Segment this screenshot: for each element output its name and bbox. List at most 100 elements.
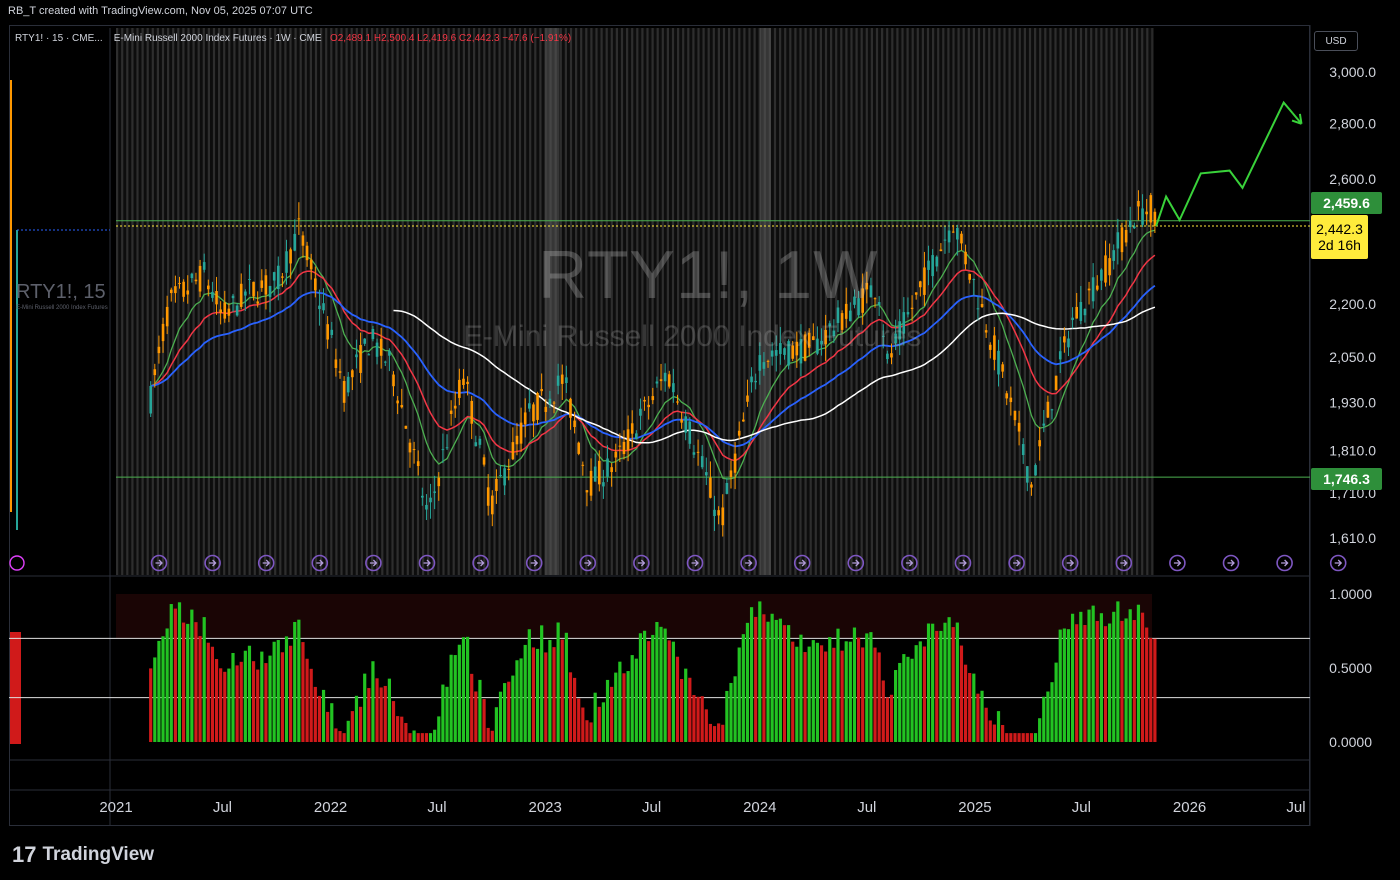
candle-body xyxy=(993,335,996,360)
indicator-bar xyxy=(663,628,667,742)
candle-body xyxy=(285,251,288,273)
indicator-bar xyxy=(383,685,387,742)
candle-body xyxy=(1120,227,1124,253)
indicator-bar xyxy=(243,650,247,742)
indicator-bar xyxy=(1058,629,1062,742)
candle-body xyxy=(1017,422,1021,432)
ohlc-values: O2,489.1 H2,500.4 L2,419.6 C2,442.3 −47.… xyxy=(329,33,572,44)
candle-body xyxy=(355,354,358,358)
session-stripe xyxy=(1064,28,1067,575)
candle-body xyxy=(659,379,663,382)
left-symbol[interactable]: RTY1! · 15 · CME... xyxy=(15,33,103,44)
candle-body xyxy=(1067,338,1070,348)
candle-body xyxy=(223,302,227,319)
session-stripe xyxy=(360,28,363,575)
candle-body xyxy=(396,400,399,404)
indicator-bar xyxy=(190,609,194,742)
candle-body xyxy=(1075,306,1078,319)
candle-body xyxy=(943,239,947,241)
session-stripe xyxy=(340,28,343,575)
indicator-bar xyxy=(1029,733,1034,742)
indicator-bar xyxy=(169,604,173,742)
candle-body xyxy=(499,475,502,477)
candle-body xyxy=(486,487,490,506)
indicator-bar xyxy=(342,733,346,742)
candle-body xyxy=(169,289,173,294)
candle-body xyxy=(153,369,157,376)
indicator-bar xyxy=(597,706,601,742)
candle-body xyxy=(565,377,568,384)
indicator-bar xyxy=(700,696,704,742)
candle-body xyxy=(215,291,218,305)
time-tick-label: Jul xyxy=(1072,799,1091,816)
candle-body xyxy=(610,467,613,473)
indicator-bar xyxy=(305,658,309,742)
candle-body xyxy=(322,303,325,311)
indicator-bar xyxy=(836,628,840,742)
indicator-bar xyxy=(202,617,206,742)
session-stripe xyxy=(136,28,139,575)
main-symbol[interactable]: E-Mini Russell 2000 Index Futures · 1W ·… xyxy=(114,33,322,44)
indicator-bar xyxy=(408,733,412,742)
candle-body xyxy=(1026,466,1029,483)
candle-body xyxy=(758,355,762,371)
left-pane-watermark: RTY1!, 15 xyxy=(16,281,106,303)
chart-canvas[interactable]: 3,000.0 2,800.0 2,600.0 2,200.0 2,050.0 1,930… xyxy=(0,0,1400,880)
indicator-bar xyxy=(898,662,902,742)
session-stripe xyxy=(901,28,904,575)
candle-body xyxy=(1087,288,1091,291)
tradingview-logo[interactable]: 17 TradingView xyxy=(12,842,154,868)
candle-body xyxy=(507,468,511,470)
session-stripe xyxy=(406,28,409,575)
indicator-bar xyxy=(297,619,301,742)
candle-body xyxy=(445,447,449,449)
indicator-bar xyxy=(1005,733,1009,742)
indicator-bar xyxy=(832,647,836,742)
session-stripe xyxy=(172,28,175,575)
candle-body xyxy=(914,292,918,295)
session-stripe xyxy=(921,28,924,575)
indicator-bar xyxy=(762,614,766,742)
indicator-bar xyxy=(873,647,877,742)
indicator-bar xyxy=(560,639,564,742)
candle-body xyxy=(754,380,757,383)
event-arrow-icon xyxy=(1173,559,1182,567)
indicator-bar xyxy=(260,651,264,742)
candle-body xyxy=(988,344,992,350)
indicator-bar xyxy=(618,661,622,742)
indicator-bar xyxy=(947,617,951,742)
indicator-bar xyxy=(334,728,338,742)
indicator-bar xyxy=(428,733,433,742)
candle-body xyxy=(672,383,675,393)
candle-body xyxy=(1079,302,1083,321)
indicator-bar xyxy=(387,678,391,742)
indicator-bar xyxy=(622,673,626,742)
candle-body xyxy=(260,280,264,288)
candle-body xyxy=(301,235,305,246)
indicator-bar xyxy=(194,622,198,742)
indicator-bar xyxy=(527,629,531,742)
candle-body xyxy=(1030,484,1033,488)
session-stripe xyxy=(1115,28,1118,575)
candle-body xyxy=(511,442,515,460)
indicator-bar xyxy=(754,616,758,742)
time-axis: 2021 Jul 2022 Jul 2023 Jul 2024 Jul 2025 Jul 2026 J… xyxy=(99,799,1305,816)
session-stripe xyxy=(513,28,516,575)
session-stripe xyxy=(314,28,318,575)
forecast-path xyxy=(1155,100,1303,227)
candle-body xyxy=(379,338,383,356)
indicator-bar xyxy=(416,733,420,742)
session-stripe xyxy=(962,28,965,575)
indicator-bar xyxy=(321,689,326,742)
candle-body xyxy=(161,323,165,342)
price-tick-label: 2,800.0 xyxy=(1329,116,1376,132)
indicator-bar xyxy=(1108,623,1112,742)
indicator-bar xyxy=(1001,725,1005,742)
indicator-bar xyxy=(404,722,408,742)
candle-body xyxy=(1112,250,1116,261)
candle-body xyxy=(453,405,457,409)
indicator-bar xyxy=(778,618,782,742)
currency-button[interactable]: USD xyxy=(1314,31,1358,51)
session-stripe xyxy=(1018,28,1021,575)
candle-body xyxy=(910,307,914,309)
